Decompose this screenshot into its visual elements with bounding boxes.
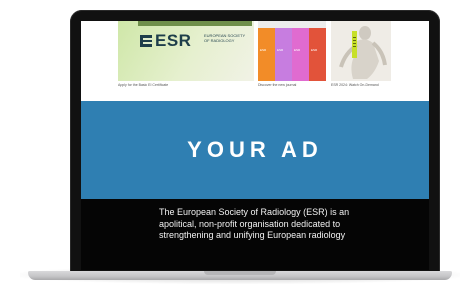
card-banner bbox=[138, 21, 252, 26]
laptop-notch bbox=[204, 271, 276, 275]
journal-stripe: ESR bbox=[258, 28, 275, 81]
journal-stripe: ESR bbox=[292, 28, 309, 81]
card-journal[interactable]: ESR ESR ESR ESR bbox=[258, 21, 326, 81]
footer: The European Society of Radiology (ESR) … bbox=[81, 199, 429, 270]
card-caption[interactable]: ESR 2024: Watch On-Demand bbox=[331, 83, 379, 87]
card-caption[interactable]: Apply for the Basic EI Certificate bbox=[118, 83, 168, 87]
card-congress[interactable] bbox=[331, 21, 391, 81]
esr-logo-subtitle: EUROPEAN SOCIETY OF RADIOLOGY bbox=[204, 33, 246, 43]
statue-image bbox=[331, 21, 391, 81]
ad-banner[interactable]: YOUR AD bbox=[81, 101, 429, 199]
side-tab-button[interactable] bbox=[352, 31, 357, 58]
laptop-screen: ESR EUROPEAN SOCIETY OF RADIOLOGY Apply … bbox=[81, 21, 429, 270]
journal-stripe: ESR bbox=[275, 28, 292, 81]
esr-logo-icon bbox=[140, 35, 152, 47]
card-certificate[interactable]: ESR EUROPEAN SOCIETY OF RADIOLOGY bbox=[118, 21, 254, 81]
ad-text: YOUR AD bbox=[187, 137, 323, 162]
esr-logo-word: ESR bbox=[155, 31, 192, 50]
journal-stripe: ESR bbox=[309, 28, 326, 81]
card-caption[interactable]: Discover the new journal bbox=[258, 83, 296, 87]
about-text: The European Society of Radiology (ESR) … bbox=[159, 207, 350, 240]
news-card-row: ESR EUROPEAN SOCIETY OF RADIOLOGY Apply … bbox=[81, 21, 429, 98]
